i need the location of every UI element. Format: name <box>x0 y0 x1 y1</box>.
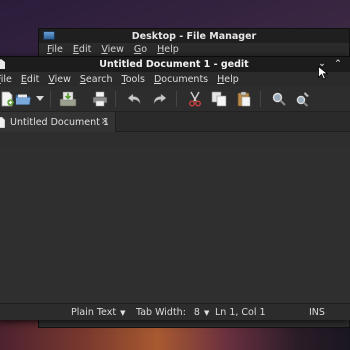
tab-width-selector[interactable]: Tab Width: 8 ▼ <box>136 307 209 318</box>
paste-icon[interactable] <box>235 90 253 108</box>
find-icon[interactable] <box>270 90 288 108</box>
menu-file[interactable]: File <box>0 74 12 85</box>
cursor-position-label: Ln 1, Col 1 <box>215 307 266 318</box>
document-tab[interactable]: Untitled Document 1 × <box>0 112 116 132</box>
toolbar-separator <box>50 91 51 107</box>
redo-icon[interactable] <box>151 90 169 108</box>
menu-view[interactable]: View <box>48 74 71 85</box>
gedit-window[interactable]: Untitled Document 1 - gedit ⌄ ⌃ File Edi… <box>0 56 350 320</box>
menu-documents[interactable]: Documents <box>154 74 208 85</box>
gedit-app-icon <box>0 59 5 69</box>
mouse-pointer-icon <box>318 66 328 80</box>
toolbar-separator <box>115 91 116 107</box>
gedit-titlebar[interactable]: Untitled Document 1 - gedit ⌄ ⌃ <box>0 57 350 72</box>
fm-menu-file[interactable]: File <box>47 44 63 55</box>
open-icon[interactable] <box>15 90 33 108</box>
gedit-title: Untitled Document 1 - gedit <box>99 59 249 70</box>
open-dropdown-icon[interactable] <box>35 90 45 108</box>
new-document-icon[interactable] <box>0 90 16 108</box>
tab-width-value: 8 <box>193 307 200 318</box>
chevron-down-icon: ▼ <box>203 308 210 317</box>
cut-icon[interactable] <box>186 90 204 108</box>
statusbar: Plain Text ▼ Tab Width: 8 ▼ Ln 1, Col 1 … <box>0 303 350 320</box>
close-tab-icon[interactable]: × <box>101 116 109 127</box>
insert-mode: INS <box>309 307 325 318</box>
fm-menu-go[interactable]: Go <box>134 44 147 55</box>
file-manager-menubar: File Edit View Go Help <box>39 43 349 56</box>
gedit-menubar: File Edit View Search Tools Documents He… <box>0 72 350 86</box>
file-manager-title: Desktop - File Manager <box>131 30 257 42</box>
find-replace-icon[interactable] <box>294 90 312 108</box>
save-icon[interactable] <box>59 90 77 108</box>
menu-tools[interactable]: Tools <box>122 74 145 85</box>
fm-menu-edit[interactable]: Edit <box>73 44 91 55</box>
menu-search[interactable]: Search <box>80 74 113 85</box>
chevron-down-icon: ▼ <box>120 308 126 317</box>
maximize-button[interactable]: ⌃ <box>332 58 344 70</box>
document-icon <box>0 116 5 128</box>
language-selector[interactable]: Plain Text ▼ <box>71 307 125 318</box>
file-manager-titlebar[interactable]: Desktop - File Manager <box>39 29 349 43</box>
toolbar-separator <box>260 91 261 107</box>
menu-help[interactable]: Help <box>217 74 239 85</box>
copy-icon[interactable] <box>210 90 228 108</box>
toolbar <box>0 86 350 112</box>
toolbar-separator <box>176 91 177 107</box>
cursor-position: Ln 1, Col 1 <box>215 307 266 318</box>
fm-menu-help[interactable]: Help <box>157 44 179 55</box>
text-editor-area[interactable] <box>0 147 350 304</box>
insert-mode-label: INS <box>309 307 325 318</box>
tab-width-label: Tab Width: <box>136 307 186 318</box>
fm-menu-view[interactable]: View <box>101 44 124 55</box>
document-tabbar: Untitled Document 1 × <box>0 112 350 132</box>
undo-icon[interactable] <box>125 90 143 108</box>
file-manager-app-icon <box>43 31 55 40</box>
print-icon[interactable] <box>91 90 109 108</box>
language-label: Plain Text <box>71 307 117 318</box>
menu-edit[interactable]: Edit <box>21 74 39 85</box>
document-tab-label: Untitled Document 1 <box>10 116 109 128</box>
